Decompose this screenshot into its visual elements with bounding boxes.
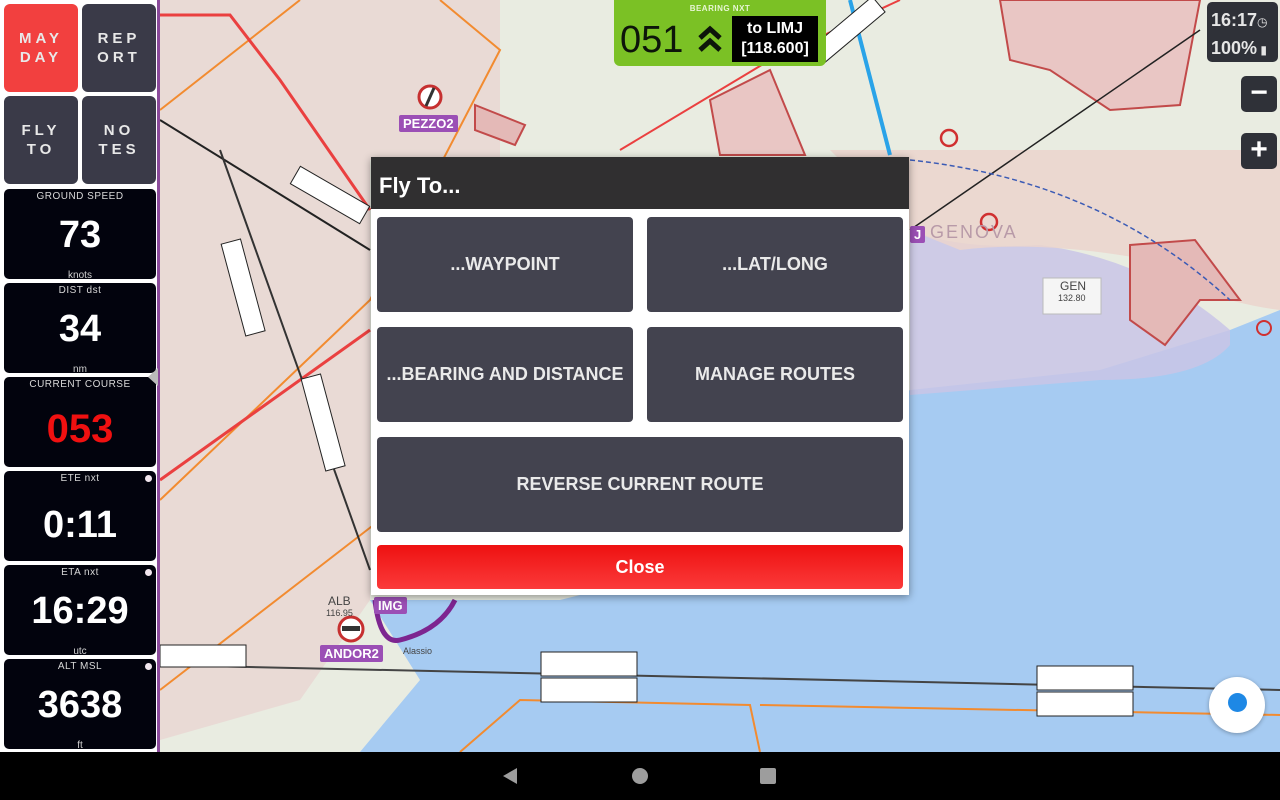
gauge-altitude-msl[interactable]: ALT MSL 3638 ft	[4, 659, 156, 751]
navaid-alb-freq: 116.95	[326, 608, 353, 618]
navaid-gen-freq: 132.80	[1058, 293, 1086, 303]
left-instrument-panel: MAY DAY REP ORT FLY TO NO TES GROUND SPE…	[0, 0, 160, 752]
panel-collapse-handle-icon[interactable]	[148, 368, 158, 386]
bearing-next-indicator[interactable]: BEARING NXT 051 to LIMJ [118.600]	[614, 0, 826, 66]
report-button[interactable]: REP ORT	[82, 4, 156, 92]
home-icon[interactable]	[632, 768, 648, 784]
gauge-unit: ft	[77, 740, 83, 751]
waypoint-label-j[interactable]: J	[910, 226, 926, 243]
gauge-value: 34	[58, 308, 102, 350]
destination-frequency: [118.600]	[741, 40, 809, 57]
clock-icon: ◷	[1257, 15, 1268, 29]
clock-time: 16:17	[1211, 10, 1258, 30]
recent-apps-icon[interactable]	[760, 768, 776, 784]
mayday-button[interactable]: MAY DAY	[4, 4, 78, 92]
battery-icon: ▮	[1257, 43, 1267, 57]
gauge-eta-next[interactable]: ETA nxt 16:29 utc	[4, 565, 156, 657]
gauge-label: ALT MSL	[57, 661, 103, 672]
battery-level: 100%	[1211, 38, 1258, 58]
destination-airport: to LIMJ	[747, 20, 803, 37]
gauge-label: ETE nxt	[60, 473, 100, 484]
bearing-value: 051	[620, 19, 684, 61]
notes-button[interactable]: NO TES	[82, 96, 156, 184]
zoom-in-button[interactable]: +	[1241, 133, 1277, 169]
gauge-value: 0:11	[43, 504, 117, 546]
fly-to-bearing-distance-button[interactable]: ...BEARING AND DISTANCE	[377, 327, 633, 422]
gauge-unit: nm	[73, 364, 87, 375]
gauge-unit: utc	[73, 646, 87, 657]
town-label-alassio: Alassio	[403, 646, 433, 656]
waypoint-label-pezzo2[interactable]: PEZZO2	[399, 115, 458, 132]
destination-box: to LIMJ [118.600]	[732, 16, 818, 62]
assistant-icon	[1228, 693, 1247, 712]
fly-to-dialog: Fly To... ...WAYPOINT ...LAT/LONG ...BEA…	[371, 157, 909, 595]
gauge-distance[interactable]: DIST dst 34 nm	[4, 283, 156, 375]
double-chevron-up-icon	[698, 25, 722, 52]
gauge-current-course[interactable]: CURRENT COURSE 053	[4, 377, 156, 467]
close-button[interactable]: Close	[377, 545, 903, 589]
gauge-label: GROUND SPEED	[36, 191, 124, 202]
gauge-label: CURRENT COURSE	[29, 379, 131, 390]
dialog-title: Fly To...	[371, 157, 909, 209]
waypoint-label-img[interactable]: IMG	[374, 597, 407, 614]
navaid-alb-name: ALB	[328, 594, 351, 608]
gauge-unit: knots	[68, 270, 92, 281]
reverse-route-button[interactable]: REVERSE CURRENT ROUTE	[377, 437, 903, 532]
gauge-ete-next[interactable]: ETE nxt 0:11	[4, 471, 156, 561]
gauge-label: ETA nxt	[61, 567, 99, 578]
gauge-value: 16:29	[31, 590, 129, 632]
fly-to-button[interactable]: FLY TO	[4, 96, 78, 184]
android-nav-bar	[0, 752, 1280, 800]
fly-to-waypoint-button[interactable]: ...WAYPOINT	[377, 217, 633, 312]
gauge-ground-speed[interactable]: GROUND SPEED 73 knots	[4, 189, 156, 281]
back-icon[interactable]	[503, 768, 517, 784]
navaid-gen-name: GEN	[1060, 279, 1087, 293]
fly-to-latlong-button[interactable]: ...LAT/LONG	[647, 217, 903, 312]
assistant-fab-button[interactable]	[1209, 677, 1265, 733]
city-label-genova: GENOVA	[930, 222, 1018, 242]
gauge-value: 3638	[37, 684, 123, 726]
status-box[interactable]: 16:17◷ 100% ▮	[1207, 2, 1278, 62]
gauge-label: DIST dst	[58, 285, 102, 296]
zoom-out-button[interactable]: −	[1241, 76, 1277, 112]
gauge-value: 053	[46, 407, 114, 451]
gauge-value: 73	[58, 214, 102, 256]
bearing-label: BEARING NXT	[689, 4, 751, 13]
waypoint-label-andor2[interactable]: ANDOR2	[320, 645, 383, 662]
manage-routes-button[interactable]: MANAGE ROUTES	[647, 327, 903, 422]
